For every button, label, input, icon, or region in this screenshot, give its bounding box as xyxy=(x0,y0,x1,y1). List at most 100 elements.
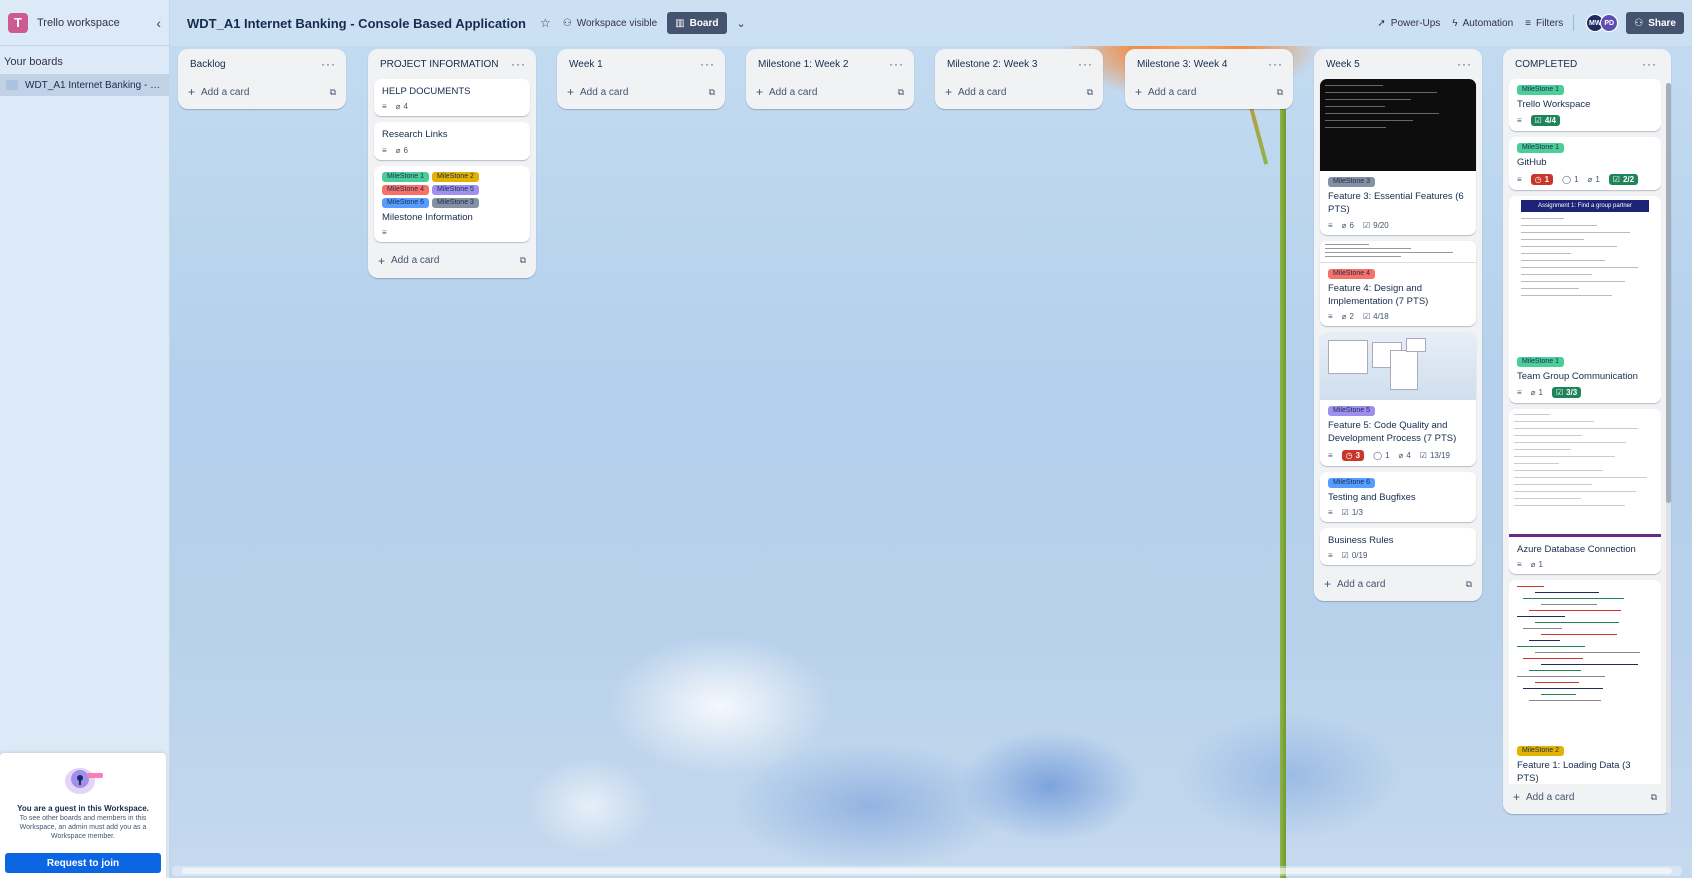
list-title[interactable]: Week 5 xyxy=(1326,59,1457,70)
more-options-icon[interactable]: ··· xyxy=(1457,57,1472,71)
list-header[interactable]: Milestone 1: Week 2 ··· xyxy=(752,49,908,79)
add-card-button[interactable]: + Add a card ⧉ xyxy=(563,79,719,105)
list-header[interactable]: PROJECT INFORMATION ··· xyxy=(374,49,530,79)
card-help-documents[interactable]: HELP DOCUMENTS ≡ ⌀ 4 xyxy=(374,79,530,117)
label-milestone-2[interactable]: MileStone 2 xyxy=(431,171,479,182)
more-options-icon[interactable]: ··· xyxy=(321,57,336,71)
card-trello-workspace[interactable]: MileStone 1 Trello Workspace ≡ ☑ 4/4 xyxy=(1509,79,1661,132)
star-icon[interactable]: ☆ xyxy=(540,16,551,30)
more-options-icon[interactable]: ··· xyxy=(511,57,526,71)
power-ups-button[interactable]: ➚ Power-Ups xyxy=(1377,18,1440,29)
card-title[interactable]: Business Rules xyxy=(1328,534,1468,547)
template-icon[interactable]: ⧉ xyxy=(709,87,715,98)
more-options-icon[interactable]: ··· xyxy=(1642,57,1657,71)
list-title[interactable]: Week 1 xyxy=(569,59,700,70)
chevron-down-icon[interactable]: ⌄ xyxy=(737,17,746,30)
label-milestone-5[interactable]: MileStone 5 xyxy=(431,184,479,195)
card-title[interactable]: HELP DOCUMENTS xyxy=(382,85,522,98)
label-milestone-4[interactable]: MileStone 4 xyxy=(382,184,429,195)
card-milestone-information[interactable]: MileStone 1 MileStone 2 MileStone 4 MileSto… xyxy=(374,165,530,242)
list-title[interactable]: Milestone 3: Week 4 xyxy=(1137,59,1268,70)
label-milestone-2[interactable]: MileStone 2 xyxy=(1517,746,1564,757)
label-milestone-1[interactable]: MileStone 1 xyxy=(382,171,429,182)
card-feature-3-essential-features-6-pts[interactable]: MileStone 3 Feature 3: Essential Features… xyxy=(1320,79,1476,235)
list-header[interactable]: Backlog ··· xyxy=(184,49,340,79)
collapse-sidebar-icon[interactable]: ‹ xyxy=(156,15,161,31)
board-title[interactable]: WDT_A1 Internet Banking - Console Based … xyxy=(187,16,526,31)
card-title[interactable]: Feature 5: Code Quality and Development … xyxy=(1328,419,1468,446)
card-azure-database-connection[interactable]: Azure Database Connection ≡ ⌀ 1 xyxy=(1509,408,1661,575)
visibility-button[interactable]: ⚇ Workspace visible xyxy=(563,18,657,29)
add-card-button[interactable]: + Add a card ⧉ xyxy=(1509,784,1661,810)
label-milestone-6[interactable]: MileStone 6 xyxy=(1328,477,1375,488)
sidebar-board-item[interactable]: WDT_A1 Internet Banking - Co... xyxy=(0,74,169,96)
list-header[interactable]: Week 5 ··· xyxy=(1320,49,1476,79)
label-milestone-3[interactable]: MileStone 3 xyxy=(431,197,479,208)
card-title[interactable]: Testing and Bugfixes xyxy=(1328,491,1468,504)
card-team-group-communication[interactable]: Assignment 1: Find a group partner MileSt… xyxy=(1509,195,1661,403)
list-title[interactable]: Milestone 1: Week 2 xyxy=(758,59,889,70)
filters-button[interactable]: ≡ Filters xyxy=(1525,18,1563,29)
automation-button[interactable]: ϟ Automation xyxy=(1452,18,1513,29)
template-icon[interactable]: ⧉ xyxy=(1277,87,1283,98)
label-milestone-6[interactable]: MileStone 6 xyxy=(382,197,429,208)
card-testing-and-bugfixes[interactable]: MileStone 6 Testing and Bugfixes ≡ ☑ 1/3 xyxy=(1320,471,1476,523)
template-icon[interactable]: ⧉ xyxy=(898,87,904,98)
add-card-button[interactable]: + Add a card ⧉ xyxy=(941,79,1097,105)
card-title[interactable]: Team Group Communication xyxy=(1517,370,1653,383)
more-options-icon[interactable]: ··· xyxy=(1078,57,1093,71)
list-header[interactable]: Milestone 2: Week 3 ··· xyxy=(941,49,1097,79)
scrollbar-thumb[interactable] xyxy=(182,868,1672,874)
add-card-button[interactable]: + Add a card ⧉ xyxy=(1320,571,1476,597)
card-github[interactable]: MileStone 1 GitHub ≡ ◷ 1 ◯ 1 ⌀ 1 ☑ 2/2 xyxy=(1509,137,1661,190)
label-milestone-5[interactable]: MileStone 5 xyxy=(1328,406,1375,417)
template-icon[interactable]: ⧉ xyxy=(1651,792,1657,803)
list-title[interactable]: Backlog xyxy=(190,59,321,70)
horizontal-scrollbar[interactable] xyxy=(172,866,1682,876)
card-title[interactable]: Feature 3: Essential Features (6 PTS) xyxy=(1328,190,1468,217)
card-title[interactable]: GitHub xyxy=(1517,156,1653,169)
card-business-rules[interactable]: Business Rules ≡ ☑ 0/19 xyxy=(1320,528,1476,566)
list-header[interactable]: COMPLETED ··· xyxy=(1509,49,1661,79)
card-feature-5-code-quality-and-development-process-7-pts[interactable]: MileStone 5 Feature 5: Code Quality and D… xyxy=(1320,332,1476,466)
card-title[interactable]: Azure Database Connection xyxy=(1517,543,1653,556)
more-options-icon[interactable]: ··· xyxy=(1268,57,1283,71)
avatar[interactable]: PD xyxy=(1600,14,1619,32)
template-icon[interactable]: ⧉ xyxy=(1087,87,1093,98)
list-header[interactable]: Milestone 3: Week 4 ··· xyxy=(1131,49,1287,79)
label-milestone-1[interactable]: MileStone 1 xyxy=(1517,85,1564,95)
card-title[interactable]: Milestone Information xyxy=(382,211,522,224)
list-title[interactable]: PROJECT INFORMATION xyxy=(380,59,511,70)
list-project-information: PROJECT INFORMATION ··· HELP DOCUMENTS ≡ ⌀ 4 R… xyxy=(368,49,536,278)
label-milestone-1[interactable]: MileStone 1 xyxy=(1517,356,1564,367)
card-feature-4-design-and-implementation-7-pts[interactable]: MileStone 4 Feature 4: Design and Impleme… xyxy=(1320,240,1476,327)
add-card-button[interactable]: + Add a card ⧉ xyxy=(374,248,530,274)
share-button[interactable]: ⚇ Share xyxy=(1626,12,1684,34)
more-options-icon[interactable]: ··· xyxy=(700,57,715,71)
more-options-icon[interactable]: ··· xyxy=(889,57,904,71)
add-card-button[interactable]: + Add a card ⧉ xyxy=(184,79,340,105)
template-icon[interactable]: ⧉ xyxy=(1466,579,1472,590)
list-scrollbar[interactable] xyxy=(1666,83,1671,813)
add-card-button[interactable]: + Add a card ⧉ xyxy=(1131,79,1287,105)
card-feature-1-loading-data-3-pts[interactable]: MileStone 2 Feature 1: Loading Data (3 PT… xyxy=(1509,580,1661,784)
template-icon[interactable]: ⧉ xyxy=(330,87,336,98)
template-icon[interactable]: ⧉ xyxy=(520,255,526,266)
workspace-header[interactable]: T Trello workspace ‹ xyxy=(0,0,169,46)
workspace-name[interactable]: Trello workspace xyxy=(37,17,156,29)
list-title[interactable]: Milestone 2: Week 3 xyxy=(947,59,1078,70)
label-milestone-3[interactable]: MileStone 3 xyxy=(1328,177,1375,187)
add-card-button[interactable]: + Add a card ⧉ xyxy=(752,79,908,105)
card-title[interactable]: Research Links xyxy=(382,128,522,141)
card-title[interactable]: Feature 1: Loading Data (3 PTS) xyxy=(1517,759,1653,784)
label-milestone-4[interactable]: MileStone 4 xyxy=(1328,268,1375,279)
list-title[interactable]: COMPLETED xyxy=(1515,59,1642,70)
card-research-links[interactable]: Research Links ≡ ⌀ 6 xyxy=(374,122,530,160)
request-to-join-button[interactable]: Request to join xyxy=(5,853,161,873)
board-view-button[interactable]: ▥ Board xyxy=(667,12,727,34)
label-milestone-1[interactable]: MileStone 1 xyxy=(1517,143,1564,154)
list-header[interactable]: Week 1 ··· xyxy=(563,49,719,79)
card-title[interactable]: Feature 4: Design and Implementation (7 … xyxy=(1328,282,1468,309)
card-title[interactable]: Trello Workspace xyxy=(1517,98,1653,111)
scrollbar-thumb[interactable] xyxy=(1666,83,1671,503)
